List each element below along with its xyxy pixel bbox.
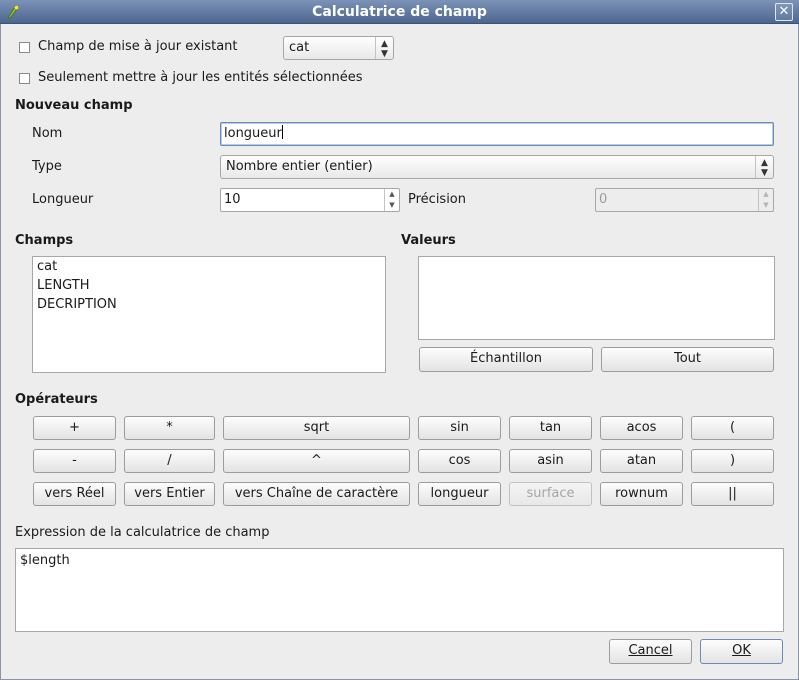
values-list[interactable] (418, 256, 775, 340)
sin-button[interactable]: sin (418, 416, 501, 440)
chevron-updown-icon: ▲ ▼ (755, 156, 773, 178)
selected-only-label: Seulement mettre à jour les entités séle… (38, 70, 363, 85)
sqrt-button[interactable]: sqrt (223, 416, 410, 440)
fields-heading: Champs (15, 233, 74, 248)
length-spinbox[interactable]: 10 ▲ ▼ (220, 188, 400, 212)
sample-button[interactable]: Échantillon (419, 347, 593, 372)
all-button[interactable]: Tout (601, 347, 774, 372)
concat-button[interactable]: || (691, 482, 774, 506)
to-string-button[interactable]: vers Chaîne de caractère (223, 482, 410, 506)
new-field-heading: Nouveau champ (15, 98, 133, 113)
close-button[interactable]: ✕ (775, 3, 793, 21)
list-item[interactable]: LENGTH (37, 276, 90, 295)
chevron-updown-icon: ▲ ▼ (375, 37, 393, 59)
ok-label: OK (732, 643, 751, 658)
precision-value: 0 (599, 192, 608, 207)
list-item[interactable]: DECRIPTION (37, 295, 117, 314)
precision-spinbox[interactable]: 0 ▲ ▼ (595, 188, 774, 212)
window-title: Calculatrice de champ (312, 4, 487, 20)
values-heading: Valeurs (401, 233, 456, 248)
rownum-button[interactable]: rownum (600, 482, 683, 506)
ok-button[interactable]: OK (700, 639, 783, 664)
tan-button[interactable]: tan (509, 416, 592, 440)
existing-field-combo[interactable]: cat ▲ ▼ (283, 36, 394, 60)
selected-only-checkbox[interactable] (19, 73, 30, 84)
spin-arrows-icon: ▲ ▼ (758, 189, 773, 211)
text-caret (281, 125, 283, 139)
acos-button[interactable]: acos (600, 416, 683, 440)
area-button: surface (509, 482, 592, 506)
power-button[interactable]: ^ (223, 449, 410, 473)
length-label: Longueur (32, 192, 94, 207)
length-value: 10 (224, 192, 241, 207)
update-existing-checkbox[interactable] (19, 42, 30, 53)
precision-label: Précision (408, 192, 467, 207)
type-combo[interactable]: Nombre entier (entier) ▲ ▼ (220, 155, 774, 179)
plus-button[interactable]: + (33, 416, 116, 440)
update-existing-label: Champ de mise à jour existant (38, 39, 238, 54)
minus-button[interactable]: - (33, 449, 116, 473)
cos-button[interactable]: cos (418, 449, 501, 473)
close-paren-button[interactable]: ) (691, 449, 774, 473)
cancel-label: Cancel (628, 643, 673, 658)
divide-button[interactable]: / (124, 449, 215, 473)
expression-textarea[interactable]: $length (15, 548, 784, 632)
expression-value: $length (20, 553, 70, 568)
fields-list[interactable]: cat LENGTH DECRIPTION (32, 256, 386, 373)
multiply-button[interactable]: * (124, 416, 215, 440)
operators-heading: Opérateurs (15, 392, 98, 407)
type-value: Nombre entier (entier) (226, 159, 373, 174)
list-item[interactable]: cat (37, 257, 57, 276)
type-label: Type (32, 159, 62, 174)
spin-arrows-icon[interactable]: ▲ ▼ (384, 189, 399, 211)
expression-label: Expression de la calculatrice de champ (15, 525, 270, 540)
atan-button[interactable]: atan (600, 449, 683, 473)
name-label: Nom (32, 126, 63, 141)
cancel-button[interactable]: Cancel (609, 639, 692, 664)
name-value: longueur (224, 126, 282, 141)
to-int-button[interactable]: vers Entier (124, 482, 215, 506)
open-paren-button[interactable]: ( (691, 416, 774, 440)
existing-field-value: cat (289, 40, 310, 55)
length-button[interactable]: longueur (418, 482, 501, 506)
name-input[interactable]: longueur (220, 122, 774, 146)
to-real-button[interactable]: vers Réel (33, 482, 116, 506)
close-icon: ✕ (778, 4, 790, 19)
asin-button[interactable]: asin (509, 449, 592, 473)
